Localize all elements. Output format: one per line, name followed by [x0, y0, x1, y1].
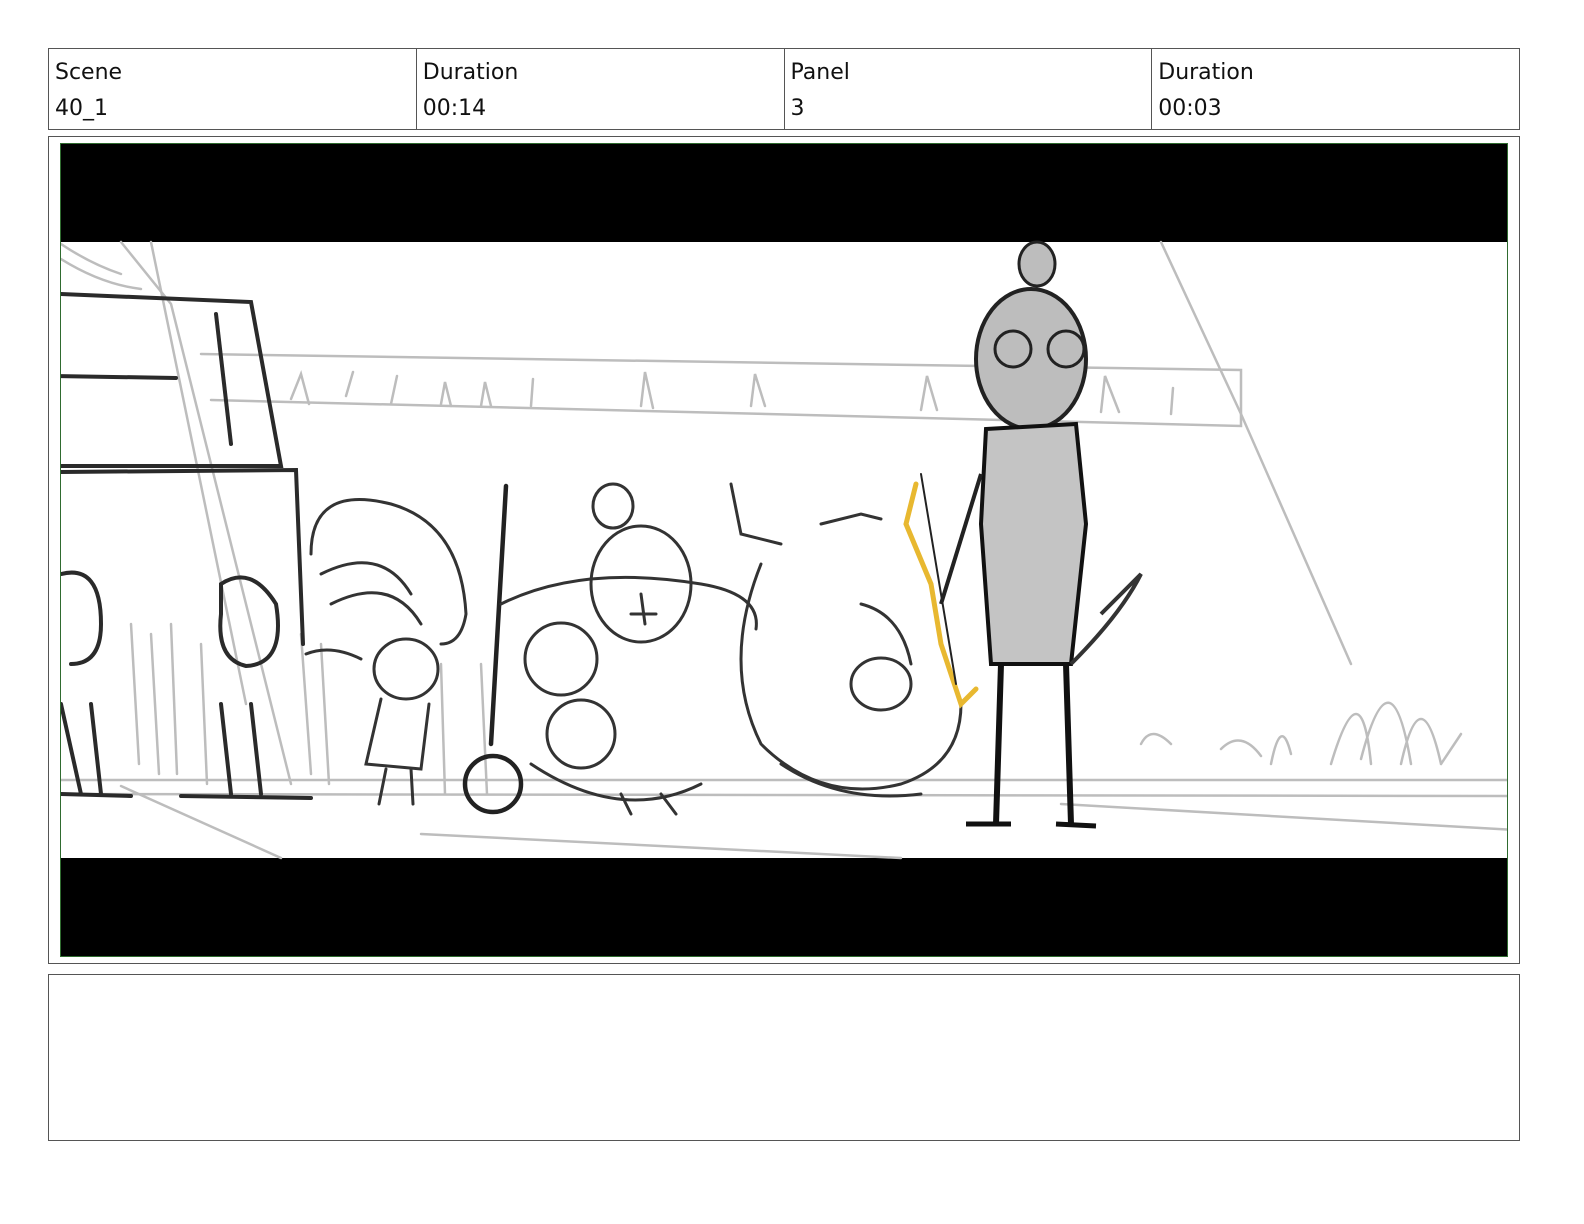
round-character-sketch — [499, 482, 758, 816]
scene-label: Scene — [55, 60, 123, 85]
panel-duration-cell: Duration 00:03 — [1152, 49, 1519, 129]
panel-value: 3 — [790, 96, 805, 121]
scene-duration-cell: Duration 00:14 — [417, 49, 785, 129]
letterbox-bottom — [61, 858, 1507, 956]
bow-sketch — [903, 473, 979, 709]
tumbling-character-sketch — [729, 482, 963, 798]
panel-label: Panel — [790, 60, 850, 85]
letterbox-top — [61, 144, 1507, 242]
winged-character-sketch — [304, 498, 468, 806]
scene-cell: Scene 40_1 — [49, 49, 417, 129]
panel-duration-label: Duration — [1158, 60, 1254, 85]
panel-duration-value: 00:03 — [1158, 96, 1222, 121]
storyboard-header: Scene 40_1 Duration 00:14 Panel 3 Durati… — [48, 48, 1520, 130]
panel-artwork — [60, 143, 1508, 957]
left-structure-sketch — [61, 292, 313, 800]
panel-cell: Panel 3 — [785, 49, 1153, 129]
tall-figure-sketch — [939, 240, 1143, 829]
panel-notes-box — [48, 974, 1520, 1141]
scene-duration-value: 00:14 — [422, 96, 487, 121]
scene-duration-label: Duration — [422, 60, 519, 85]
scene-value: 40_1 — [55, 96, 108, 121]
storyboard-sketch — [61, 144, 1507, 956]
staff-sketch — [462, 483, 524, 815]
